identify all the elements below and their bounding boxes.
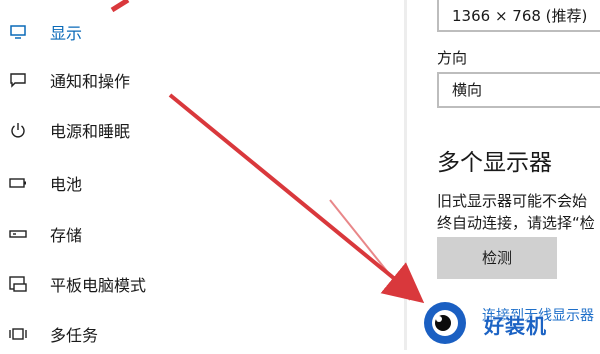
multitasking-icon: [8, 324, 28, 344]
sidebar-item-multitasking[interactable]: 多任务: [0, 314, 330, 354]
sidebar-item-label: 平板电脑模式: [50, 276, 147, 295]
sidebar-item-battery[interactable]: 电池: [0, 163, 330, 203]
sidebar-item-tablet-mode[interactable]: 平板电脑模式: [0, 264, 330, 304]
resolution-dropdown[interactable]: 1366 × 768 (推荐): [437, 0, 600, 32]
battery-icon: [8, 173, 28, 193]
monitor-icon: [8, 22, 28, 42]
sidebar-item-label: 通知和操作: [50, 72, 131, 91]
sidebar-item-power-sleep[interactable]: 电源和睡眠: [0, 110, 330, 150]
orientation-label: 方向: [437, 49, 468, 67]
sidebar-item-label: 电源和睡眠: [50, 122, 131, 141]
sidebar-item-storage[interactable]: 存储: [0, 214, 330, 254]
eye-logo-icon: [424, 302, 466, 344]
sidebar-item-label: 显示: [50, 24, 83, 43]
tablet-mode-icon: [8, 274, 28, 294]
sidebar-item-label: 存储: [50, 226, 83, 245]
settings-sidebar: 显示 通知和操作 电源和睡眠 电池 存储 平板电脑模式 多任务: [0, 0, 404, 350]
sidebar-item-label: 电池: [50, 175, 83, 194]
sidebar-item-display[interactable]: 显示: [0, 12, 330, 52]
sidebar-item-notifications[interactable]: 通知和操作: [0, 60, 330, 100]
notification-icon: [8, 70, 28, 90]
watermark-text: 好装机: [484, 314, 547, 338]
storage-icon: [8, 224, 28, 244]
power-icon: [8, 120, 28, 140]
detect-button[interactable]: 检测: [437, 237, 557, 279]
sidebar-item-label: 多任务: [50, 326, 99, 345]
multiple-displays-heading: 多个显示器: [437, 150, 552, 176]
orientation-dropdown[interactable]: 横向: [437, 72, 600, 108]
